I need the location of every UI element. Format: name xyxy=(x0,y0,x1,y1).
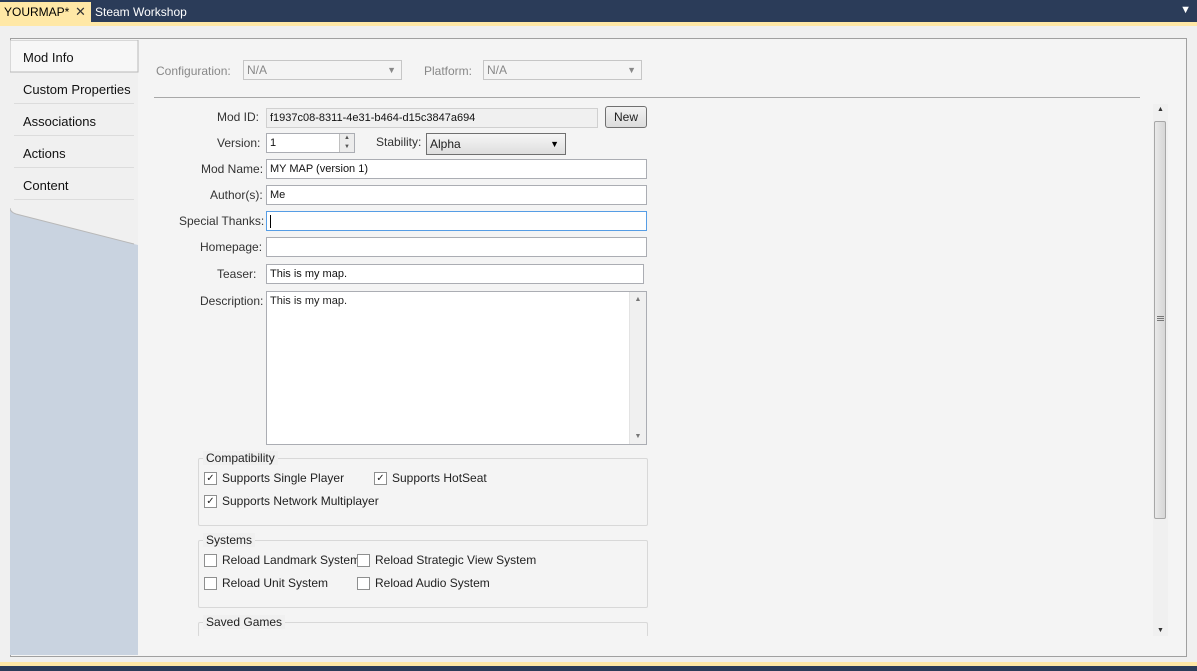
chevron-up-icon[interactable]: ▲ xyxy=(1153,106,1168,113)
header-separator xyxy=(154,97,1140,98)
bottom-border xyxy=(0,662,1197,671)
reload-audio-checkbox[interactable] xyxy=(357,577,370,590)
description-label: Description: xyxy=(200,294,264,308)
version-value: 1 xyxy=(270,137,277,149)
version-stepper[interactable]: 1 ▲ ▼ xyxy=(266,133,355,153)
sidebar-item-actions[interactable]: Actions xyxy=(23,146,66,161)
mod-name-label: Mod Name: xyxy=(201,162,264,176)
hotseat-label: Supports HotSeat xyxy=(392,471,487,485)
mod-id-field[interactable]: f1937c08-8311-4e31-b464-d15c3847a694 xyxy=(266,108,598,128)
tab-steam-workshop[interactable]: Steam Workshop xyxy=(95,2,187,22)
description-textarea[interactable]: This is my map. ▲ ▼ xyxy=(266,291,647,445)
sidebar: Mod Info Custom Properties Associations … xyxy=(10,40,139,250)
chevron-down-icon[interactable]: ▼ xyxy=(1180,4,1191,16)
tab-yourmap-label: YOURMAP* xyxy=(4,5,70,19)
single-player-label: Supports Single Player xyxy=(222,471,345,485)
teaser-field[interactable]: This is my map. xyxy=(266,264,644,284)
homepage-label: Homepage: xyxy=(200,240,263,254)
description-value: This is my map. xyxy=(270,295,348,307)
close-icon[interactable]: ✕ xyxy=(75,2,86,22)
sidebar-tab-shape xyxy=(10,40,139,245)
sidebar-item-content[interactable]: Content xyxy=(23,178,69,193)
teaser-label: Teaser: xyxy=(217,267,257,281)
authors-label: Author(s): xyxy=(210,188,263,202)
saved-games-title: Saved Games xyxy=(203,615,286,629)
tab-yourmap[interactable]: YOURMAP* ✕ xyxy=(0,2,91,22)
single-player-checkbox[interactable]: ✓ xyxy=(204,472,217,485)
mod-name-field[interactable]: MY MAP (version 1) xyxy=(266,159,647,179)
reload-landmark-label: Reload Landmark System xyxy=(222,553,361,567)
stability-value: Alpha xyxy=(430,137,461,151)
stability-select[interactable]: Alpha ▼ xyxy=(426,133,566,155)
homepage-field[interactable] xyxy=(266,237,647,257)
compatibility-group xyxy=(198,458,648,526)
configuration-select[interactable]: N/A ▼ xyxy=(243,60,402,80)
chevron-down-icon: ▼ xyxy=(550,139,559,149)
systems-title: Systems xyxy=(203,533,256,547)
reload-unit-checkbox[interactable] xyxy=(204,577,217,590)
reload-landmark-checkbox[interactable] xyxy=(204,554,217,567)
chevron-up-icon[interactable]: ▲ xyxy=(340,134,354,143)
network-multiplayer-checkbox[interactable]: ✓ xyxy=(204,495,217,508)
description-scrollbar[interactable]: ▲ ▼ xyxy=(629,292,646,444)
special-thanks-label: Special Thanks: xyxy=(179,214,265,228)
hotseat-checkbox[interactable]: ✓ xyxy=(374,472,387,485)
new-button[interactable]: New xyxy=(605,106,647,128)
text-cursor xyxy=(270,214,271,228)
network-multiplayer-label: Supports Network Multiplayer xyxy=(222,494,379,508)
chevron-down-icon[interactable]: ▼ xyxy=(340,143,354,152)
configuration-label: Configuration: xyxy=(156,64,231,78)
platform-value: N/A xyxy=(487,63,508,77)
chevron-down-icon: ▼ xyxy=(627,65,636,75)
clip-mask xyxy=(150,636,1150,654)
systems-group xyxy=(198,540,648,608)
sidebar-item-custom-properties[interactable]: Custom Properties xyxy=(23,82,131,97)
chevron-down-icon[interactable]: ▼ xyxy=(1153,627,1168,634)
reload-strategic-label: Reload Strategic View System xyxy=(375,553,537,567)
version-spinner[interactable]: ▲ ▼ xyxy=(339,134,354,152)
chevron-down-icon[interactable]: ▼ xyxy=(630,433,646,440)
reload-strategic-checkbox[interactable] xyxy=(357,554,370,567)
configuration-value: N/A xyxy=(247,63,268,77)
platform-select[interactable]: N/A ▼ xyxy=(483,60,642,80)
stability-label: Stability: xyxy=(376,135,422,149)
platform-label: Platform: xyxy=(424,64,473,78)
compatibility-title: Compatibility xyxy=(203,451,278,465)
reload-audio-label: Reload Audio System xyxy=(375,576,490,590)
sidebar-item-associations[interactable]: Associations xyxy=(23,114,96,129)
reload-unit-label: Reload Unit System xyxy=(222,576,329,590)
document-tab-bar: YOURMAP* ✕ Steam Workshop ▼ xyxy=(0,0,1197,22)
sidebar-item-mod-info[interactable]: Mod Info xyxy=(23,50,74,65)
scrollbar-thumb[interactable] xyxy=(1154,121,1166,519)
chevron-down-icon: ▼ xyxy=(387,65,396,75)
main-scrollbar[interactable]: ▲ ▼ xyxy=(1153,104,1168,636)
mod-id-label: Mod ID: xyxy=(217,110,260,124)
authors-field[interactable]: Me xyxy=(266,185,647,205)
chevron-up-icon[interactable]: ▲ xyxy=(630,296,646,303)
version-label: Version: xyxy=(217,136,261,150)
special-thanks-field[interactable] xyxy=(266,211,647,231)
